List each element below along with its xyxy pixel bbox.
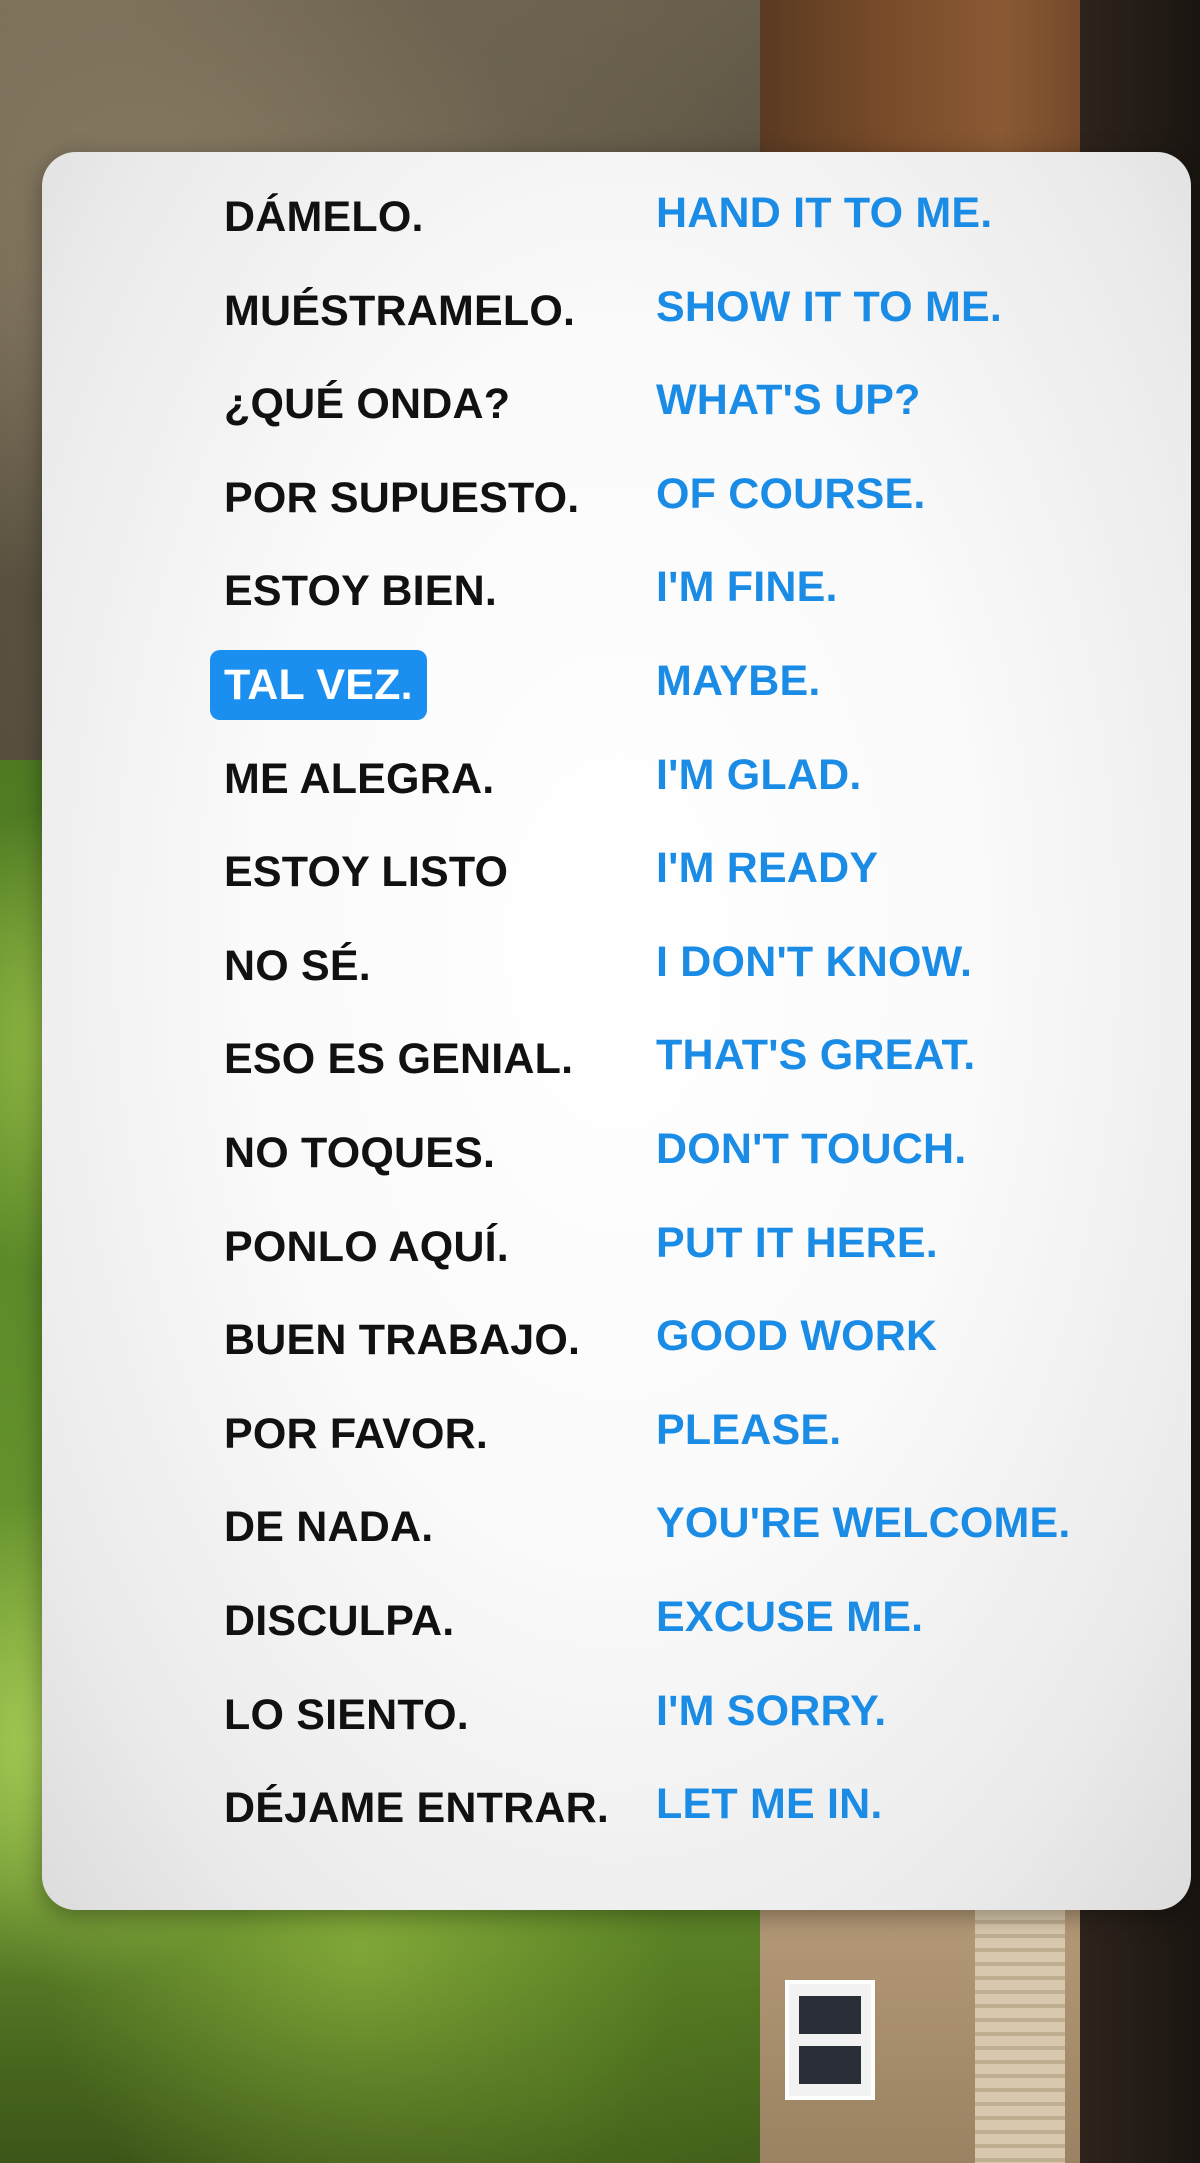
phrase-card: DÁMELO. HAND IT TO ME. MUÉSTRAMELO. SHOW IT… (42, 152, 1191, 1910)
english-translation: I'M FINE. (656, 563, 838, 612)
phrase-row: ESO ES GENIAL. THAT'S GREAT. (42, 1024, 1191, 1118)
phrase-row: DE NADA. YOU'RE WELCOME. (42, 1492, 1191, 1586)
spanish-phrase: DE NADA. (224, 1503, 434, 1552)
spanish-phrase: NO TOQUES. (224, 1128, 496, 1177)
english-translation: MAYBE. (656, 656, 821, 705)
english-translation: I DON'T KNOW. (656, 937, 973, 986)
phrase-row: BUEN TRABAJO. GOOD WORK (42, 1305, 1191, 1399)
spanish-phrase: DÁMELO. (224, 193, 424, 241)
phrase-row: ¿QUÉ ONDA? WHAT'S UP? (42, 369, 1191, 463)
spanish-phrase: ESTOY LISTO (224, 848, 509, 897)
english-translation: PUT IT HERE. (656, 1218, 938, 1267)
phrase-row: ESTOY BIEN. I'M FINE. (42, 556, 1191, 650)
spanish-phrase: LO SIENTO. (224, 1690, 469, 1739)
spanish-phrase: POR FAVOR. (224, 1409, 489, 1458)
phrase-row: ME ALEGRA. I'M GLAD. (42, 744, 1191, 838)
phrase-row: PONLO AQUÍ. PUT IT HERE. (42, 1212, 1191, 1306)
english-translation: YOU'RE WELCOME. (656, 1499, 1071, 1548)
english-translation: I'M SORRY. (656, 1686, 887, 1735)
english-translation: I'M GLAD. (656, 750, 862, 799)
phrase-list: DÁMELO. HAND IT TO ME. MUÉSTRAMELO. SHOW IT… (42, 182, 1191, 1867)
spanish-phrase: ESTOY BIEN. (224, 567, 498, 616)
spanish-phrase: ¿QUÉ ONDA? (224, 380, 511, 429)
spanish-phrase: POR SUPUESTO. (224, 473, 580, 522)
english-translation: OF COURSE. (656, 469, 926, 518)
spanish-phrase: MUÉSTRAMELO. (224, 286, 576, 335)
phrase-row: TAL VEZ. MAYBE. (42, 649, 1191, 744)
background-shade (0, 1880, 760, 2163)
phrase-row: NO TOQUES. DON'T TOUCH. (42, 1118, 1191, 1212)
phrase-row: MUÉSTRAMELO. SHOW IT TO ME. (42, 276, 1191, 370)
phrase-row: POR SUPUESTO. OF COURSE. (42, 463, 1191, 557)
english-translation: GOOD WORK (656, 1312, 938, 1361)
spanish-phrase-highlighted: TAL VEZ. (210, 649, 427, 720)
english-translation: DON'T TOUCH. (656, 1124, 967, 1173)
phrase-row: DISCULPA. EXCUSE ME. (42, 1586, 1191, 1680)
english-translation: WHAT'S UP? (656, 376, 921, 425)
spanish-phrase: ME ALEGRA. (224, 754, 495, 803)
spanish-phrase: PONLO AQUÍ. (224, 1222, 509, 1271)
phrase-row: DÉJAME ENTRAR. LET ME IN. (42, 1773, 1191, 1867)
phrase-row: ESTOY LISTO I'M READY (42, 837, 1191, 931)
spanish-phrase: DÉJAME ENTRAR. (224, 1784, 610, 1833)
spanish-phrase: ESO ES GENIAL. (224, 1035, 574, 1084)
english-translation: SHOW IT TO ME. (656, 282, 1003, 331)
english-translation: LET ME IN. (656, 1780, 883, 1829)
background-window (785, 1980, 875, 2100)
english-translation: I'M READY (656, 844, 879, 893)
spanish-phrase: NO SÉ. (224, 941, 371, 990)
phrase-row: NO SÉ. I DON'T KNOW. (42, 931, 1191, 1025)
phrase-row: DÁMELO. HAND IT TO ME. (42, 182, 1191, 276)
background-shutter (975, 1910, 1065, 2163)
phrase-row: LO SIENTO. I'M SORRY. (42, 1680, 1191, 1774)
english-translation: EXCUSE ME. (656, 1592, 924, 1641)
spanish-phrase: DISCULPA. (224, 1596, 455, 1645)
phrase-row: POR FAVOR. PLEASE. (42, 1399, 1191, 1493)
english-translation: THAT'S GREAT. (656, 1031, 976, 1080)
english-translation: PLEASE. (656, 1405, 842, 1454)
english-translation: HAND IT TO ME. (656, 189, 993, 237)
spanish-phrase: BUEN TRABAJO. (224, 1316, 581, 1365)
